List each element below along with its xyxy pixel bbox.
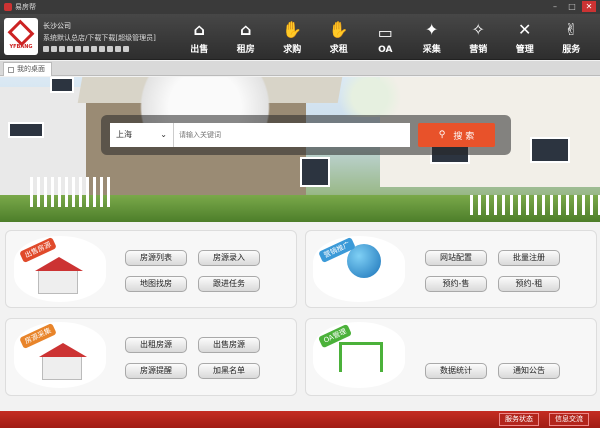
marketing-panel-illustration: 营销推广 <box>313 236 405 302</box>
hero-window <box>530 137 570 163</box>
hero-tree-right <box>330 77 410 117</box>
tab-my-desktop-label: 我的桌面 <box>17 65 45 73</box>
nav-rent-request[interactable]: ✋ 求租 <box>316 16 363 58</box>
maximize-button[interactable]: □ <box>565 1 579 12</box>
nav-collect-label: 采集 <box>422 45 441 55</box>
rental-listings-button[interactable]: 出租房源 <box>125 337 187 353</box>
title-bar: 易房帮 – □ ✕ <box>0 0 600 14</box>
listing-entry-button[interactable]: 房源录入 <box>198 250 260 266</box>
window-title: 易房帮 <box>15 3 36 11</box>
minimize-button[interactable]: – <box>548 1 562 12</box>
nav-service-label: 服务 <box>562 45 581 55</box>
main-nav: ⌂ 出售 ⌂ 租房 ✋ 求购 ✋ 求租 ▭ OA ✦ 采集 ✧ 营销 ✕ 管理 ✌ 服务 <box>176 16 595 58</box>
nav-manage-label: 管理 <box>515 45 534 55</box>
main-header: YFBANG 长沙公司 系统默认总店/下载下载[超级管理员] ⌂ 出售 ⌂ 租房 <box>0 14 600 60</box>
nav-marketing-label: 营销 <box>469 45 488 55</box>
status-footer: 服务状态 信息交流 <box>0 411 600 428</box>
collect-panel-illustration: 房源采集 <box>14 322 106 388</box>
user-settings-icon[interactable] <box>67 46 73 52</box>
hero-fence <box>30 177 110 207</box>
nav-oa-label: OA <box>378 45 393 55</box>
house-hands-icon <box>38 343 87 380</box>
user-icon[interactable] <box>43 46 49 52</box>
city-select[interactable]: 上海 ⌄ <box>110 123 174 147</box>
sale-house-icon: ⌂ <box>193 20 205 39</box>
monitor-icon[interactable] <box>99 46 105 52</box>
nav-collect[interactable]: ✦ 采集 <box>409 16 456 58</box>
quick-tools <box>43 46 156 52</box>
data-stats-button[interactable]: 数据统计 <box>425 363 487 379</box>
sale-listings-button[interactable]: 出售房源 <box>198 337 260 353</box>
search-button[interactable]: ⚲ 搜 索 <box>418 123 495 147</box>
nav-rent-request-label: 求租 <box>329 45 348 55</box>
nav-sale-label: 出售 <box>190 45 209 55</box>
nav-rent-label: 租房 <box>236 45 255 55</box>
clock-icon[interactable] <box>115 46 121 52</box>
brand-logo: YFBANG <box>4 18 38 55</box>
search-icon: ⚲ <box>438 130 446 140</box>
hero-door <box>300 157 330 187</box>
app-mini-logo-icon <box>4 3 12 11</box>
city-select-value: 上海 <box>116 130 132 139</box>
house-in-hand-icon <box>35 257 84 294</box>
nav-sale[interactable]: ⌂ 出售 <box>176 16 223 58</box>
listings-button[interactable]: 房源列表 <box>125 250 187 266</box>
hero-window <box>50 77 74 93</box>
calendar-icon[interactable] <box>107 46 113 52</box>
close-button[interactable]: ✕ <box>582 1 596 12</box>
tools-icon: ✕ <box>518 20 532 39</box>
batch-register-button[interactable]: 批量注册 <box>498 250 560 266</box>
nav-oa[interactable]: ▭ OA <box>362 16 409 58</box>
app-window: 易房帮 – □ ✕ YFBANG 长沙公司 系统默认总店/下载下载[超级管理员] <box>0 0 600 428</box>
announcements-button[interactable]: 通知公告 <box>498 363 560 379</box>
handshake-icon: ✌ <box>564 20 578 39</box>
magic-wand-icon: ✦ <box>425 20 439 39</box>
shirt-icon[interactable] <box>59 46 65 52</box>
nav-manage[interactable]: ✕ 管理 <box>502 16 549 58</box>
search-input[interactable] <box>174 123 410 147</box>
person-house-icon <box>339 342 383 372</box>
brand-mark-icon <box>7 19 35 46</box>
group-icon[interactable] <box>51 46 57 52</box>
desktop-icon <box>8 66 14 73</box>
hero-fence-right <box>470 195 600 215</box>
hero-window <box>8 122 44 138</box>
nav-rent[interactable]: ⌂ 租房 <box>223 16 270 58</box>
blacklist-button[interactable]: 加黑名单 <box>198 363 260 379</box>
chart-icon[interactable] <box>91 46 97 52</box>
bird-icon: ✧ <box>471 20 485 39</box>
tab-my-desktop[interactable]: 我的桌面 <box>3 62 52 76</box>
oa-panel-illustration: OA管理 <box>313 322 405 388</box>
listing-alert-button[interactable]: 房源提醒 <box>125 363 187 379</box>
nav-marketing[interactable]: ✧ 营销 <box>455 16 502 58</box>
follow-up-tasks-button[interactable]: 跟进任务 <box>198 276 260 292</box>
chevron-down-icon: ⌄ <box>160 130 167 139</box>
nav-service[interactable]: ✌ 服务 <box>548 16 595 58</box>
nav-buy-request[interactable]: ✋ 求购 <box>269 16 316 58</box>
service-status-button[interactable]: 服务状态 <box>499 413 539 426</box>
map-search-button[interactable]: 地图找房 <box>125 276 187 292</box>
nav-buy-request-label: 求购 <box>283 45 302 55</box>
messages-button[interactable]: 信息交流 <box>549 413 589 426</box>
folder-icon: ▭ <box>377 23 393 42</box>
company-name: 长沙公司 <box>43 22 71 30</box>
booking-rent-button[interactable]: 预约-租 <box>498 276 560 292</box>
phone-icon[interactable] <box>75 46 81 52</box>
user-role: 系统默认总店/下载下载[超级管理员] <box>43 34 156 42</box>
rent-house-icon: ⌂ <box>240 20 252 39</box>
tab-bar: 我的桌面 <box>0 61 600 76</box>
company-info: 长沙公司 系统默认总店/下载下载[超级管理员] <box>43 21 156 52</box>
rent-request-icon: ✋ <box>328 20 349 39</box>
sale-panel-illustration: 出售房源 <box>14 236 106 302</box>
search-button-label: 搜 索 <box>453 131 475 142</box>
key-icon[interactable] <box>83 46 89 52</box>
buy-request-icon: ✋ <box>282 20 303 39</box>
booking-sale-button[interactable]: 预约-售 <box>425 276 487 292</box>
window-controls: – □ ✕ <box>548 1 596 12</box>
screen-icon[interactable] <box>123 46 129 52</box>
website-config-button[interactable]: 网站配置 <box>425 250 487 266</box>
